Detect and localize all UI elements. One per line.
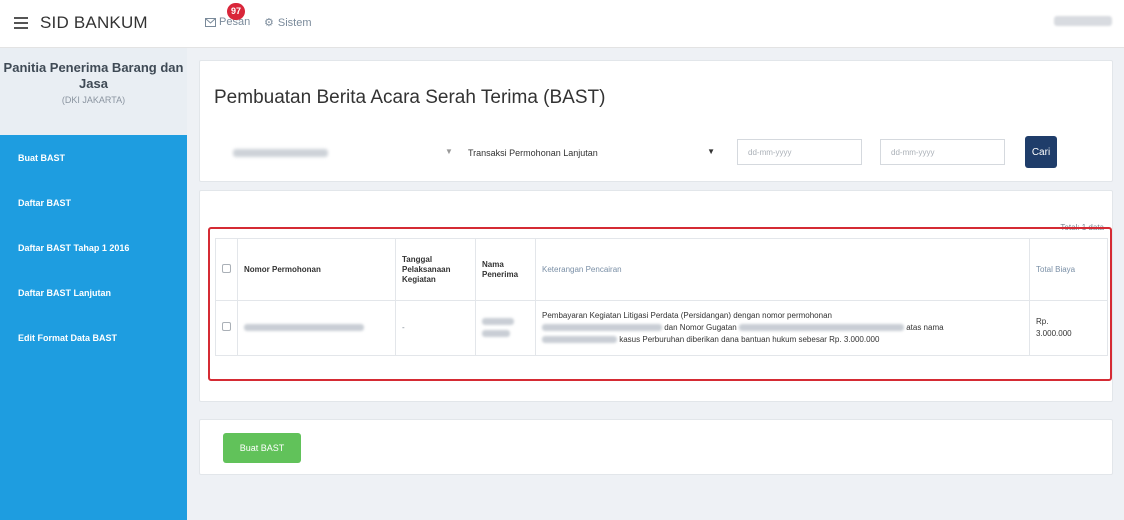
redacted-value: [233, 149, 328, 157]
col-keterangan-pencairan[interactable]: Keterangan Pencairan: [535, 238, 1030, 301]
sidebar-item-buat-bast[interactable]: Buat BAST: [0, 135, 187, 180]
hamburger-menu-icon[interactable]: [14, 17, 28, 29]
keterangan-text-4: kasus Perburuhan diberikan dana bantuan …: [619, 335, 880, 344]
table-row[interactable]: - Pembayaran Kegiatan Litigasi Perdata (…: [215, 300, 1108, 356]
keterangan-text-2: dan Nomor Gugatan: [664, 323, 737, 332]
col-nama-penerima[interactable]: Nama Penerima: [475, 238, 536, 301]
select-all-cell: [215, 238, 238, 301]
org-title: Panitia Penerima Barang dan Jasa: [3, 60, 184, 91]
row-select-cell: [215, 300, 238, 356]
total-amount: 3.000.000: [1036, 329, 1072, 338]
redacted-value: [738, 324, 904, 332]
nav-sistem-label: Sistem: [277, 16, 312, 29]
date-from-input[interactable]: dd-mm-yyyy: [737, 139, 862, 165]
region-select[interactable]: ▼: [222, 139, 457, 165]
chevron-down-icon: ▼: [445, 147, 453, 156]
nav-pesan[interactable]: Pesan 97: [205, 3, 250, 28]
col-total-biaya[interactable]: Total Biaya: [1029, 238, 1108, 301]
sidebar-item-edit-format-data-bast[interactable]: Edit Format Data BAST: [0, 315, 187, 360]
top-navbar: SID BANKUM Pesan 97 ⚙ Sistem: [0, 0, 1124, 48]
search-button[interactable]: Cari: [1025, 136, 1057, 168]
redacted-value: [542, 336, 617, 344]
results-table: Nomor Permohonan Tanggal Pelaksanaan Keg…: [215, 238, 1108, 356]
select-all-checkbox[interactable]: [222, 263, 231, 273]
sidebar-item-daftar-bast-lanjutan[interactable]: Daftar BAST Lanjutan: [0, 270, 187, 315]
redacted-value: [482, 330, 510, 338]
keterangan-cell: Pembayaran Kegiatan Litigasi Perdata (Pe…: [535, 300, 1030, 356]
total-biaya-cell: Rp. 3.000.000: [1029, 300, 1108, 356]
envelope-icon: [205, 17, 216, 27]
message-count-badge: 97: [227, 3, 245, 20]
action-panel: Buat BAST: [199, 419, 1113, 475]
transaction-type-value: Transaksi Permohonan Lanjutan: [468, 148, 598, 158]
user-menu[interactable]: [1054, 16, 1112, 26]
sidebar-item-daftar-bast-tahap-1-2016[interactable]: Daftar BAST Tahap 1 2016: [0, 225, 187, 270]
redacted-value: [482, 318, 514, 326]
redacted-value: [542, 324, 662, 332]
filter-panel: Pembuatan Berita Acara Serah Terima (BAS…: [199, 60, 1113, 182]
chevron-down-icon: ▼: [707, 147, 715, 156]
gears-icon: ⚙: [264, 17, 274, 29]
buat-bast-button[interactable]: Buat BAST: [223, 433, 301, 463]
sidebar-item-daftar-bast[interactable]: Daftar BAST: [0, 180, 187, 225]
sidebar: Panitia Penerima Barang dan Jasa (DKI JA…: [0, 48, 187, 520]
app-title[interactable]: SID BANKUM: [40, 13, 148, 33]
redacted-value: [244, 324, 364, 332]
transaction-type-select[interactable]: Transaksi Permohonan Lanjutan ▼: [457, 139, 724, 165]
col-tanggal-pelaksanaan[interactable]: Tanggal Pelaksanaan Kegiatan: [395, 238, 476, 301]
results-panel: Total: 1 data Nomor Permohonan Tanggal P…: [199, 190, 1113, 402]
nomor-permohonan-cell: [237, 300, 396, 356]
date-to-input[interactable]: dd-mm-yyyy: [880, 139, 1005, 165]
sidebar-header: Panitia Penerima Barang dan Jasa (DKI JA…: [0, 48, 187, 135]
keterangan-text-3: atas nama: [906, 323, 944, 332]
nama-penerima-cell: [475, 300, 536, 356]
page-title: Pembuatan Berita Acara Serah Terima (BAS…: [214, 87, 606, 108]
tanggal-cell: -: [395, 300, 476, 356]
nav-sistem[interactable]: ⚙ Sistem: [264, 16, 312, 30]
total-currency: Rp.: [1036, 317, 1049, 326]
col-nomor-permohonan[interactable]: Nomor Permohonan: [237, 238, 396, 301]
row-checkbox[interactable]: [222, 321, 231, 331]
table-header-row: Nomor Permohonan Tanggal Pelaksanaan Keg…: [215, 238, 1108, 301]
keterangan-text-1: Pembayaran Kegiatan Litigasi Perdata (Pe…: [542, 311, 832, 320]
org-region: (DKI JAKARTA): [61, 95, 126, 105]
